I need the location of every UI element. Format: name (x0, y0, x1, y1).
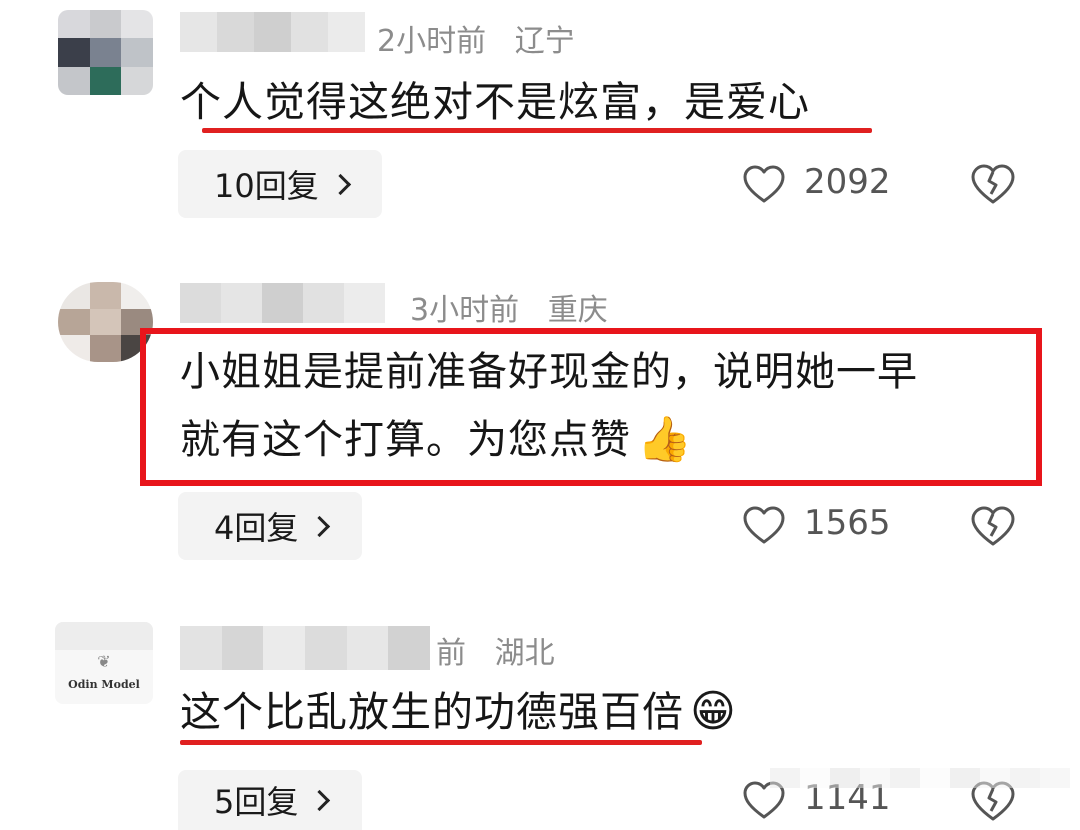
username[interactable] (180, 283, 385, 323)
comment-time: 3小时前 (410, 293, 520, 328)
avatar-logo-mark: ❦ (97, 652, 111, 671)
comment-meta: 前 湖北 (436, 628, 555, 672)
avatar[interactable] (58, 10, 153, 95)
like-count: 1565 (804, 503, 891, 543)
replies-label: 10回复 (214, 167, 319, 205)
comment-text-line-1: 小姐姐是提前准备好现金的，说明她一早 (180, 349, 918, 395)
view-replies-button[interactable]: 5回复 (178, 770, 362, 830)
broken-heart-icon[interactable] (970, 505, 1016, 547)
view-replies-button[interactable]: 10回复 (178, 150, 382, 218)
username[interactable] (180, 12, 365, 52)
chevron-right-icon (309, 789, 331, 811)
avatar-pixel-top (55, 622, 153, 650)
chevron-right-icon (329, 173, 351, 195)
comment-text: 这个比乱放生的功德强百倍 (180, 688, 684, 736)
view-replies-button[interactable]: 4回复 (178, 492, 362, 560)
chevron-right-icon (309, 515, 331, 537)
watermark (770, 768, 1070, 788)
avatar[interactable] (58, 282, 153, 362)
like-button[interactable]: 1565 (742, 503, 892, 549)
comment-time: 前 (436, 636, 466, 671)
comment-location: 重庆 (547, 293, 608, 328)
comment-text-line-2: 就有这个打算。为您点赞 (180, 417, 631, 463)
comment-meta: 3小时前 重庆 (410, 285, 608, 329)
broken-heart-icon[interactable] (970, 163, 1016, 205)
comment-location: 湖北 (494, 636, 555, 671)
comment-location: 辽宁 (514, 24, 575, 59)
highlight-underline (180, 740, 702, 745)
heart-outline-icon (743, 506, 785, 544)
thumbs-up-emoji: 👍 (637, 414, 692, 465)
avatar[interactable]: ❦ Odin Model (55, 622, 153, 704)
like-button[interactable]: 2092 (742, 162, 892, 208)
like-count: 2092 (804, 162, 891, 202)
avatar-brand-text: Odin Model (68, 678, 140, 691)
comment-text: 个人觉得这绝对不是炫富，是爱心 (180, 78, 810, 126)
username[interactable] (180, 626, 430, 670)
comment-text-row: 这个比乱放生的功德强百倍 😁 (180, 682, 736, 742)
replies-label: 4回复 (214, 509, 299, 547)
heart-outline-icon (743, 165, 785, 203)
comment-time: 2小时前 (377, 24, 487, 59)
comment-text-line-2-row: 就有这个打算。为您点赞 👍 (180, 410, 692, 470)
replies-label: 5回复 (214, 783, 299, 821)
highlight-underline (202, 128, 872, 133)
grin-emoji: 😁 (690, 686, 736, 737)
comment-meta: 2小时前 辽宁 (377, 16, 575, 60)
